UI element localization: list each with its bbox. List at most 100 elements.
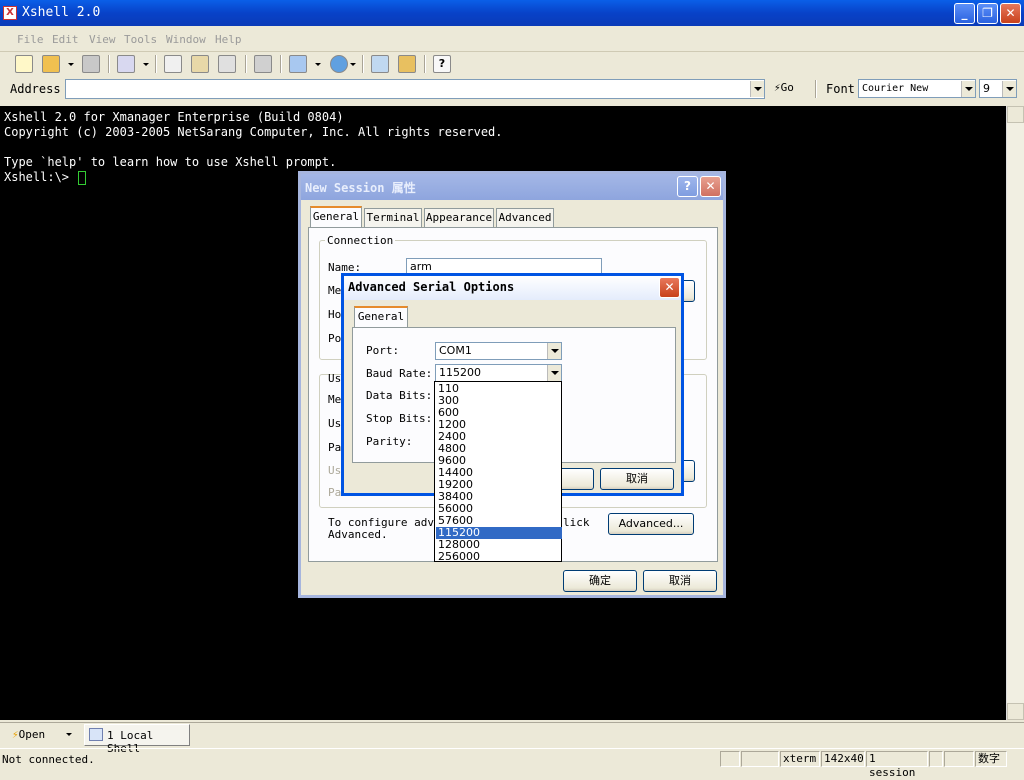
font-size-value: 9 — [983, 82, 990, 95]
terminal-prompt: Xshell:\> — [4, 170, 77, 184]
username-label: Us — [328, 417, 342, 430]
serial-tab-general[interactable]: General — [354, 306, 408, 328]
menu-bar: File Edit View Tools Window Help — [0, 26, 1024, 52]
tab-appearance[interactable]: Appearance — [424, 208, 494, 228]
toolbar-separator — [424, 55, 426, 73]
toolbar — [0, 52, 1024, 78]
open-folder-icon[interactable] — [42, 55, 60, 73]
name-input-value: arm — [410, 260, 432, 273]
menu-window[interactable]: Window — [166, 33, 206, 46]
menu-edit[interactable]: Edit — [52, 33, 79, 46]
configure-text-right: lick — [563, 516, 590, 529]
cancel-button[interactable]: 取消 — [643, 570, 717, 592]
globe-icon[interactable] — [330, 55, 348, 73]
password-label: Pa — [328, 441, 342, 454]
open-dropdown-icon[interactable] — [68, 63, 74, 66]
open-label: Open — [18, 728, 46, 741]
toolbar-separator — [108, 55, 110, 73]
serial-dialog-title: Advanced Serial Options — [348, 280, 515, 294]
tab-general[interactable]: General — [310, 206, 362, 228]
status-cell-empty — [741, 751, 779, 767]
menu-file[interactable]: File — [17, 33, 44, 46]
go-label: Go — [780, 81, 794, 94]
dialog-close-button[interactable]: ✕ — [700, 176, 721, 197]
properties-dropdown-icon[interactable] — [143, 63, 149, 66]
status-terminal-type: xterm — [780, 751, 820, 767]
scroll-down-icon[interactable] — [1007, 703, 1024, 720]
copy-icon[interactable] — [164, 55, 182, 73]
baud-option[interactable]: 256000 — [436, 551, 562, 563]
port-select[interactable]: COM1 — [435, 342, 562, 360]
script-icon[interactable] — [398, 55, 416, 73]
open-session-button[interactable]: ⚡Open — [12, 728, 45, 741]
new-session-title: New Session 属性 — [305, 181, 416, 195]
tab-terminal[interactable]: Terminal — [364, 208, 422, 228]
go-arrow-icon: ⚡ — [774, 81, 781, 94]
port-dropdown-icon[interactable] — [547, 343, 561, 359]
transfer-icon[interactable] — [289, 55, 307, 73]
terminal-tab-icon — [89, 728, 103, 741]
new-session-icon[interactable] — [15, 55, 33, 73]
transfer-dropdown-icon[interactable] — [315, 63, 321, 66]
scroll-up-icon[interactable] — [1007, 106, 1024, 123]
font-size-select[interactable]: 9 — [979, 79, 1017, 98]
address-input[interactable] — [65, 79, 765, 99]
terminal-line: Copyright (c) 2003-2005 NetSarang Comput… — [4, 125, 503, 139]
menu-view[interactable]: View — [89, 33, 116, 46]
serial-close-button[interactable]: ✕ — [659, 277, 680, 298]
baud-rate-dropdown-icon[interactable] — [547, 365, 561, 381]
dialog-help-button[interactable]: ? — [677, 176, 698, 197]
configure-text-advanced: Advanced. — [328, 528, 388, 541]
open-dropdown-arrow-icon[interactable] — [66, 733, 72, 736]
host-label: Ho — [328, 308, 342, 321]
user-key-label: Us — [328, 464, 342, 477]
terminal-scrollbar[interactable] — [1006, 106, 1024, 720]
baud-rate-select[interactable]: 115200 — [435, 364, 562, 382]
session-tab-local-shell[interactable]: 1 Local Shell — [84, 724, 190, 755]
print-icon[interactable] — [254, 55, 272, 73]
go-button[interactable]: ⚡Go — [774, 81, 794, 94]
properties-icon[interactable] — [117, 55, 135, 73]
font-select[interactable]: Courier New — [858, 79, 976, 98]
port-label: Po — [328, 332, 342, 345]
font-select-value: Courier New — [862, 83, 929, 94]
terminal-cursor — [78, 170, 87, 185]
address-dropdown-icon[interactable] — [750, 81, 764, 97]
status-numlock: 数字 — [975, 751, 1007, 767]
terminal-line: Type `help' to learn how to use Xshell p… — [4, 155, 337, 169]
menu-tools[interactable]: Tools — [124, 33, 157, 46]
xshell-app-icon: X — [3, 6, 17, 20]
terminal-line: Xshell 2.0 for Xmanager Enterprise (Buil… — [4, 110, 344, 124]
status-cell-empty — [944, 751, 974, 767]
terminal-prompt-line: Xshell:\> — [4, 170, 87, 185]
serial-port-label: Port: — [366, 344, 400, 357]
status-terminal-size: 142x40 — [821, 751, 865, 767]
tab-advanced[interactable]: Advanced — [496, 208, 554, 228]
close-button[interactable]: ✕ — [1000, 3, 1021, 24]
address-label: Address — [10, 82, 61, 96]
status-session-count: 1 session — [866, 751, 928, 779]
toolbar-separator — [155, 55, 157, 73]
connection-group-label: Connection — [325, 234, 396, 247]
find-icon[interactable] — [218, 55, 236, 73]
baud-rate-listbox[interactable]: 110 300 600 1200 2400 4800 9600 14400 19… — [434, 381, 562, 563]
help-icon[interactable]: ? — [433, 55, 451, 73]
font-size-dropdown-icon[interactable] — [1002, 81, 1016, 97]
disconnect-icon[interactable] — [82, 55, 100, 73]
restore-button[interactable]: ❐ — [977, 3, 998, 24]
ok-button[interactable]: 确定 — [563, 570, 637, 592]
window-title: Xshell 2.0 — [22, 5, 101, 20]
menu-help[interactable]: Help — [215, 33, 242, 46]
advanced-button[interactable]: Advanced... — [608, 513, 694, 535]
font-label: Font — [826, 82, 855, 96]
serial-cancel-button[interactable]: 取消 — [600, 468, 674, 490]
globe-dropdown-icon[interactable] — [350, 63, 356, 66]
minimize-button[interactable]: _ — [954, 3, 975, 24]
parity-label: Parity: — [366, 435, 413, 448]
font-dropdown-icon[interactable] — [961, 81, 975, 97]
tile-windows-icon[interactable] — [371, 55, 389, 73]
user-method-label: Me — [328, 393, 342, 406]
baud-rate-label: Baud Rate: — [366, 367, 433, 380]
paste-icon[interactable] — [191, 55, 209, 73]
toolbar-separator — [362, 55, 364, 73]
